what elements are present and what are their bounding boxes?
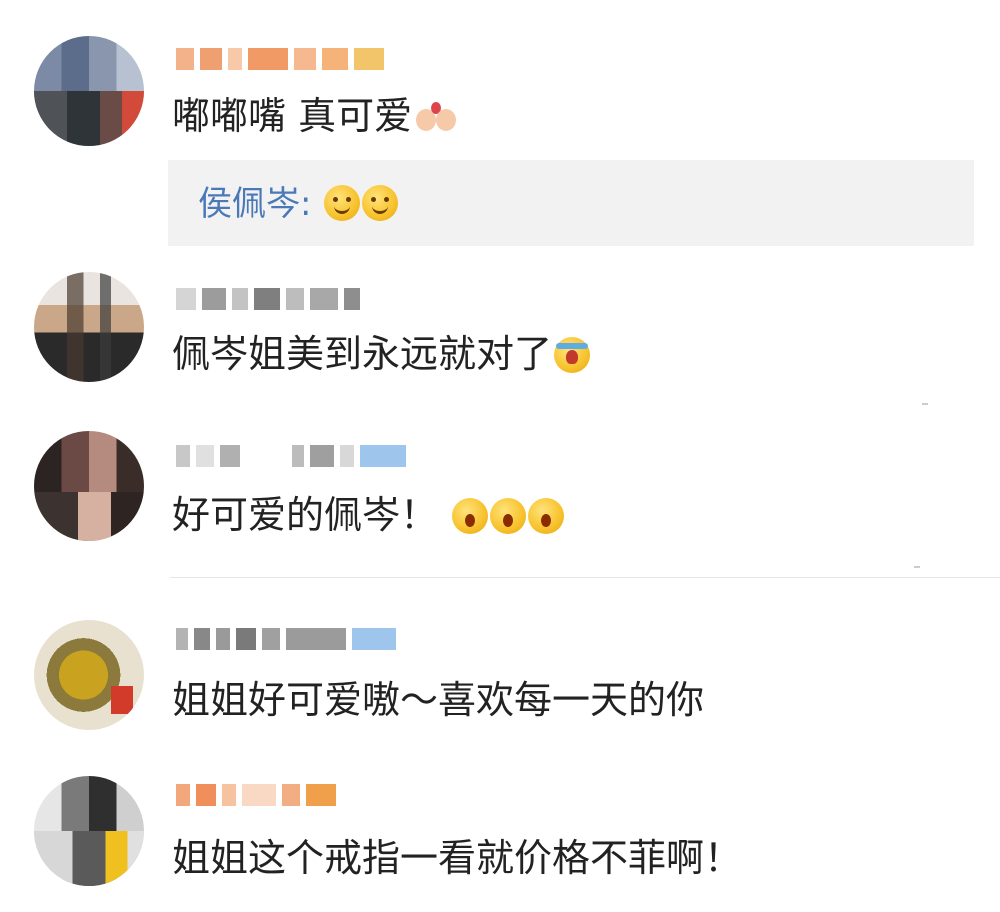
cry-emoji: [554, 337, 591, 373]
user-avatar[interactable]: [34, 431, 144, 541]
comment-item: 姐姐好可爱嗷～喜欢每一天的你: [0, 578, 1000, 748]
reply-author[interactable]: 侯佩岑: [198, 184, 300, 224]
user-avatar[interactable]: [34, 272, 144, 382]
username-blurred[interactable]: [176, 624, 396, 654]
username-blurred[interactable]: [176, 441, 406, 471]
comment-text: 姐姐这个戒指一看就价格不菲啊！: [172, 836, 743, 880]
smile-emoji: [324, 185, 361, 221]
scream-emoji: [452, 498, 489, 534]
comment-text: 佩岑姐美到永远就对了: [172, 330, 591, 378]
comment-item: 嘟嘟嘴 真可爱 侯佩岑:: [0, 0, 1000, 250]
smile-emoji: [362, 185, 399, 221]
comment-item: 姐姐这个戒指一看就价格不菲啊！: [0, 748, 1000, 912]
reply-separator: :: [300, 184, 312, 224]
divider-tick: [914, 566, 920, 568]
user-avatar[interactable]: [34, 620, 144, 730]
username-blurred[interactable]: [176, 284, 360, 314]
couple-emoji: [414, 99, 458, 135]
comment-text: 嘟嘟嘴 真可爱: [172, 92, 458, 140]
comment-item: 佩岑姐美到永远就对了: [0, 250, 1000, 415]
user-avatar[interactable]: [34, 776, 144, 886]
comment-item: 好可爱的佩岑！: [0, 415, 1000, 577]
reply-box[interactable]: 侯佩岑:: [168, 160, 974, 246]
scream-emoji: [528, 498, 565, 534]
user-avatar[interactable]: [34, 36, 144, 146]
comment-text: 姐姐好可爱嗷～喜欢每一天的你: [172, 678, 705, 722]
username-blurred[interactable]: [176, 780, 336, 810]
comment-text: 好可爱的佩岑！: [172, 491, 565, 539]
username-blurred[interactable]: [176, 44, 384, 74]
scream-emoji: [490, 498, 527, 534]
